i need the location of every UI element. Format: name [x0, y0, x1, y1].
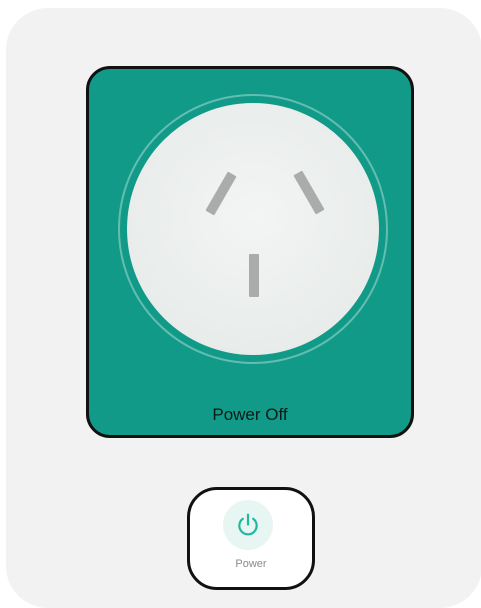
- power-button[interactable]: Power: [187, 487, 315, 590]
- socket-panel: Power Off: [86, 66, 414, 438]
- power-status-label: Power Off: [212, 405, 288, 424]
- socket-pin-left: [205, 171, 237, 216]
- socket-face-icon: [127, 103, 379, 355]
- device-card: Power Off Power: [6, 8, 481, 608]
- power-icon: [223, 500, 273, 550]
- socket-pin-right: [293, 170, 325, 215]
- socket-pin-earth: [249, 254, 259, 297]
- power-button-label: Power: [235, 558, 267, 570]
